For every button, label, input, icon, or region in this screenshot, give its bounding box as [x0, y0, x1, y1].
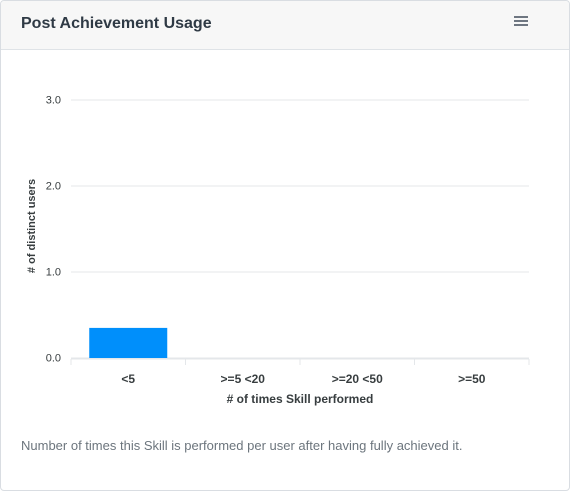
y-tick-label: 2.0 — [46, 181, 61, 193]
card-title: Post Achievement Usage — [21, 15, 212, 32]
menu-line — [514, 20, 528, 22]
x-category-label: <5 — [121, 372, 135, 386]
y-axis-title: # of distinct users — [26, 179, 38, 273]
x-category-label: >=50 — [458, 372, 486, 386]
post-achievement-usage-card: Post Achievement Usage 0.0 1.0 2.0 3.0 <5 >=5… — [0, 0, 570, 491]
chart-description: Number of times this Skill is performed … — [21, 438, 463, 453]
hamburger-menu-icon[interactable] — [510, 16, 532, 34]
card-header: Post Achievement Usage — [1, 1, 569, 50]
x-category-label: >=5 <20 — [221, 372, 266, 386]
menu-line — [514, 24, 528, 26]
x-category-label: >=20 <50 — [332, 372, 383, 386]
y-tick-label: 1.0 — [46, 267, 61, 279]
bar-0 — [89, 327, 168, 358]
x-axis-title: # of times Skill performed — [227, 392, 374, 406]
menu-line — [514, 16, 528, 18]
y-tick-label: 3.0 — [46, 95, 61, 107]
usage-bar-chart: 0.0 1.0 2.0 3.0 <5 >=5 <20 >=20 <50 >=50 # of ti… — [26, 95, 530, 406]
y-tick-label: 0.0 — [46, 353, 61, 365]
